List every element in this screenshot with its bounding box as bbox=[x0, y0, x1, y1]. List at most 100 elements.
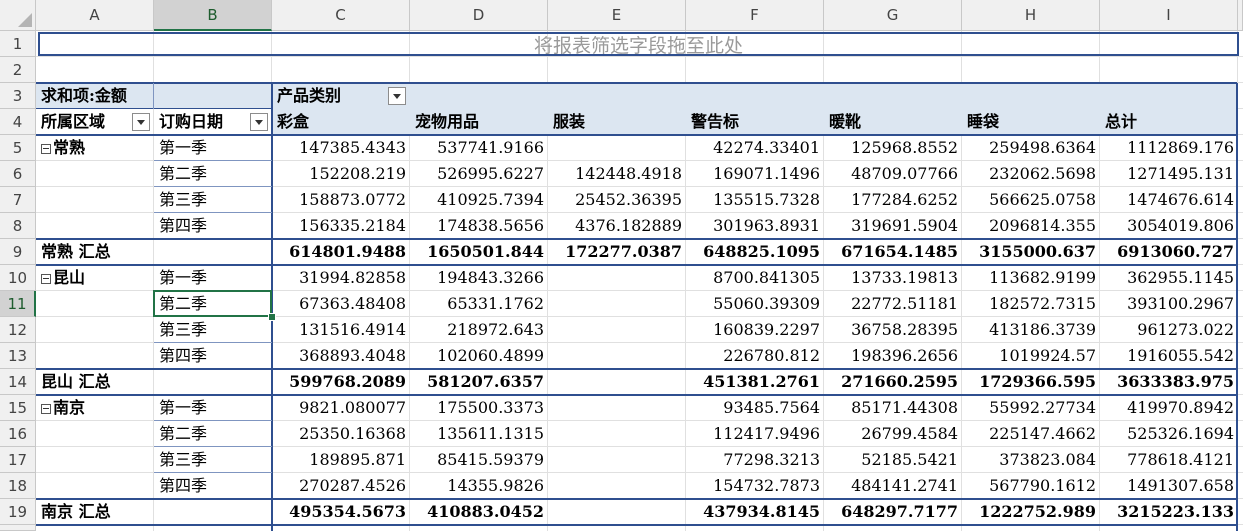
value-cell bbox=[548, 291, 686, 317]
collapse-minus-icon[interactable] bbox=[41, 403, 51, 414]
column-header-i[interactable]: I bbox=[1100, 0, 1238, 31]
row-header-1[interactable]: 1 bbox=[0, 31, 36, 57]
row-header-7[interactable]: 7 bbox=[0, 187, 36, 213]
value-cell: 6913060.727 bbox=[1117, 242, 1234, 261]
value-cell: 182572.7315 bbox=[989, 294, 1096, 313]
value-cell: 22772.51181 bbox=[851, 294, 958, 313]
column-header-g[interactable]: G bbox=[824, 0, 962, 31]
pivot-border bbox=[36, 134, 1237, 136]
value-cell: 373823.084 bbox=[999, 450, 1096, 469]
column-header-b[interactable]: B bbox=[154, 0, 272, 31]
column-field-filter-button[interactable] bbox=[388, 87, 406, 105]
value-cell: 1650501.844 bbox=[427, 242, 544, 261]
region-item[interactable]: 昆山 bbox=[36, 265, 154, 291]
category-header-0: 彩盒 bbox=[277, 112, 310, 131]
value-cell: 175500.3373 bbox=[437, 398, 544, 417]
quarter-item[interactable]: 第二季 bbox=[154, 421, 272, 447]
column-header-next[interactable] bbox=[1238, 0, 1243, 31]
collapse-minus-icon[interactable] bbox=[41, 273, 51, 284]
row-header-10[interactable]: 10 bbox=[0, 265, 36, 291]
quarter-item[interactable]: 第一季 bbox=[154, 135, 272, 161]
column-header-a[interactable]: A bbox=[36, 0, 154, 31]
quarter-item[interactable]: 第四季 bbox=[154, 213, 272, 239]
quarter-item[interactable]: 第一季 bbox=[154, 265, 272, 291]
row-header-6[interactable]: 6 bbox=[0, 161, 36, 187]
column-header-f[interactable]: F bbox=[686, 0, 824, 31]
value-cell bbox=[548, 473, 686, 499]
fill-handle[interactable] bbox=[268, 313, 276, 321]
row-header-4[interactable]: 4 bbox=[0, 109, 36, 135]
value-cell: 218972.643 bbox=[447, 320, 544, 339]
value-cell bbox=[548, 369, 686, 395]
value-cell bbox=[548, 317, 686, 343]
value-cell: 93485.7564 bbox=[723, 398, 820, 417]
select-all-corner[interactable] bbox=[0, 0, 36, 31]
value-cell: 3215223.133 bbox=[1117, 502, 1234, 521]
row-header-3[interactable]: 3 bbox=[0, 83, 36, 109]
report-filter-drop-zone[interactable]: 将报表筛选字段拖至此处 bbox=[38, 32, 1239, 57]
value-cell: 26799.4584 bbox=[861, 424, 958, 443]
quarter-item[interactable]: 第一季 bbox=[154, 395, 272, 421]
value-cell: 413186.3739 bbox=[989, 320, 1096, 339]
quarter-item[interactable]: 第二季 bbox=[154, 161, 272, 187]
value-cell: 2096814.355 bbox=[989, 216, 1096, 235]
value-cell: 77298.3213 bbox=[723, 450, 820, 469]
region-filter-button[interactable] bbox=[132, 113, 150, 131]
value-cell: 158873.0772 bbox=[299, 190, 406, 209]
column-header-h[interactable]: H bbox=[962, 0, 1100, 31]
column-field-label: 产品类别 bbox=[277, 86, 342, 105]
value-cell: 437934.8145 bbox=[703, 502, 820, 521]
value-cell: 194843.3266 bbox=[437, 268, 544, 287]
quarter-item[interactable]: 第三季 bbox=[154, 317, 272, 343]
value-cell: 14355.9826 bbox=[447, 476, 544, 495]
quarter-item[interactable]: 第三季 bbox=[154, 447, 272, 473]
quarter-item[interactable]: 第四季 bbox=[154, 473, 272, 499]
quarter-item[interactable]: 第四季 bbox=[154, 343, 272, 369]
dropdown-arrow-icon bbox=[255, 119, 263, 125]
category-header-4: 暖靴 bbox=[829, 112, 862, 131]
row-header-17[interactable]: 17 bbox=[0, 447, 36, 473]
dropdown-arrow-icon bbox=[137, 119, 145, 125]
row-separator bbox=[154, 446, 272, 447]
value-cell: 135611.1315 bbox=[437, 424, 544, 443]
value-cell: 362955.1145 bbox=[1127, 268, 1234, 287]
row-header-14[interactable]: 14 bbox=[0, 369, 36, 395]
column-header-d[interactable]: D bbox=[410, 0, 548, 31]
value-cell: 55060.39309 bbox=[713, 294, 820, 313]
category-header-3: 警告标 bbox=[691, 112, 740, 131]
row-header-13[interactable]: 13 bbox=[0, 343, 36, 369]
row-header-2[interactable]: 2 bbox=[0, 57, 36, 83]
region-item[interactable]: 常熟 bbox=[36, 135, 154, 161]
value-cell: 85415.59379 bbox=[437, 450, 544, 469]
row-header-19[interactable]: 19 bbox=[0, 499, 36, 525]
value-cell: 3054019.806 bbox=[1127, 216, 1234, 235]
quarter-item[interactable]: 第三季 bbox=[154, 187, 272, 213]
row-header-9[interactable]: 9 bbox=[0, 239, 36, 265]
value-cell: 566625.0758 bbox=[989, 190, 1096, 209]
row-header-12[interactable]: 12 bbox=[0, 317, 36, 343]
subtotal-label: 常熟 汇总 bbox=[41, 242, 111, 261]
date-filter-button[interactable] bbox=[250, 113, 268, 131]
value-cell: 3633383.975 bbox=[1117, 372, 1234, 391]
value-cell bbox=[548, 499, 686, 525]
pivot-border bbox=[36, 394, 1237, 396]
value-cell: 484141.2741 bbox=[851, 476, 958, 495]
row-header-15[interactable]: 15 bbox=[0, 395, 36, 421]
pivot-border bbox=[36, 108, 272, 109]
column-header-e[interactable]: E bbox=[548, 0, 686, 31]
row-header-18[interactable]: 18 bbox=[0, 473, 36, 499]
value-cell: 410883.0452 bbox=[427, 502, 544, 521]
row-header-next[interactable] bbox=[0, 525, 36, 531]
row-header-16[interactable]: 16 bbox=[0, 421, 36, 447]
region-item[interactable]: 南京 bbox=[36, 395, 154, 421]
value-cell: 526995.6227 bbox=[437, 164, 544, 183]
value-cell: 1112869.176 bbox=[1127, 138, 1234, 157]
collapse-minus-icon[interactable] bbox=[41, 143, 51, 154]
row-header-5[interactable]: 5 bbox=[0, 135, 36, 161]
column-header-c[interactable]: C bbox=[272, 0, 410, 31]
value-cell: 270287.4526 bbox=[299, 476, 406, 495]
row-header-11[interactable]: 11 bbox=[0, 291, 36, 317]
selected-cell-b11[interactable] bbox=[153, 290, 272, 317]
category-header-2: 服装 bbox=[553, 112, 586, 131]
row-header-8[interactable]: 8 bbox=[0, 213, 36, 239]
